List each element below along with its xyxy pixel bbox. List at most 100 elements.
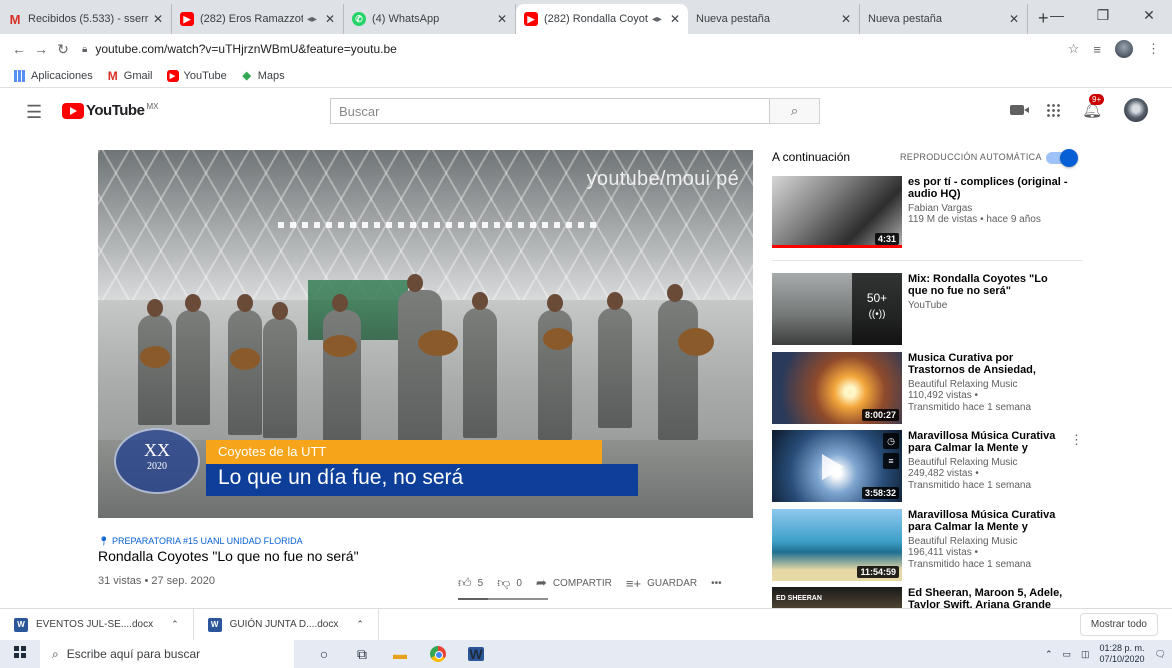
close-tab-icon[interactable]: ✕ <box>325 12 335 26</box>
search-button[interactable]: ⌕ <box>770 98 820 124</box>
taskbar-search[interactable]: ⌕ Escribe aquí para buscar <box>40 640 294 668</box>
location-text[interactable]: PREPARATORIA #15 UANL UNIDAD FLORIDA <box>112 536 303 546</box>
add-to-queue-icon[interactable]: ≡ <box>883 453 899 469</box>
task-view-icon[interactable]: ⧉ <box>354 646 370 663</box>
recommendation-item[interactable]: 8:00:27 Musica Curativa por Trastornos d… <box>772 352 1092 424</box>
recommendation-title[interactable]: Ed Sheeran, Maroon 5, Adele, Taylor Swif… <box>908 587 1068 608</box>
search-input[interactable]: Buscar <box>330 98 770 124</box>
show-all-downloads-button[interactable]: Mostrar todo <box>1079 613 1158 636</box>
create-video-icon[interactable] <box>1010 105 1029 115</box>
recommendation-title[interactable]: Maravillosa Música Curativa para Calmar … <box>908 430 1068 454</box>
recommendation-item[interactable]: ◷ ≡ 3:58:32 Maravillosa Música Curativa … <box>772 430 1092 502</box>
browser-tab-whatsapp[interactable]: ✆ (4) WhatsApp ✕ <box>344 4 516 34</box>
channel-name[interactable]: Beautiful Relaxing Music <box>908 536 1068 547</box>
url-text[interactable]: youtube.com/watch?v=uTHjrznWBmU&feature=… <box>95 42 396 56</box>
save-button[interactable]: ≡+ GUARDAR <box>626 576 697 591</box>
hamburger-menu-icon[interactable]: ☰ <box>26 102 42 123</box>
youtube-logo[interactable]: YouTube MX <box>62 102 158 119</box>
lock-icon[interactable]: 🔒︎ <box>82 44 87 55</box>
autoplay-toggle[interactable] <box>1046 149 1078 167</box>
recommendation-item[interactable]: 50+ ((•)) Mix: Rondalla Coyotes "Lo que … <box>772 273 1092 345</box>
close-tab-icon[interactable]: ✕ <box>497 12 507 26</box>
back-arrow-icon[interactable]: ← <box>8 41 30 57</box>
video-thumbnail[interactable]: 11:54:59 <box>772 509 902 581</box>
close-tab-icon[interactable]: ✕ <box>153 12 163 26</box>
bookmark-apps[interactable]: Aplicaciones <box>14 69 93 82</box>
bookmark-youtube[interactable]: ▶ YouTube <box>166 69 227 82</box>
dislike-button[interactable]: 👎︎ 0 <box>497 575 522 591</box>
close-tab-icon[interactable]: ✕ <box>670 12 680 26</box>
avatar[interactable] <box>1124 98 1149 122</box>
reload-icon[interactable]: ↻ <box>52 41 74 58</box>
network-icon[interactable]: ◫ <box>1081 649 1090 660</box>
profile-avatar[interactable] <box>1115 40 1133 58</box>
like-button[interactable]: 👍︎ 5 <box>458 575 483 591</box>
browser-tab-eros[interactable]: ▶ (282) Eros Ramazzotti, Al ◂▸ ✕ <box>172 4 344 34</box>
youtube-masthead: ☰ YouTube MX Buscar ⌕ 🔔︎ 9+ <box>0 88 1172 136</box>
taskbar-clock[interactable]: 01:28 p. m. 07/10/2020 <box>1100 643 1145 665</box>
cortana-circle-icon[interactable]: ○ <box>316 646 332 662</box>
file-explorer-icon[interactable]: ▬ <box>392 646 408 662</box>
video-thumbnail[interactable]: ◷ ≡ 3:58:32 <box>772 430 902 502</box>
forward-arrow-icon[interactable]: → <box>30 41 52 57</box>
tray-chevron-up-icon[interactable]: ⌃ <box>1045 649 1053 660</box>
bookmark-star-icon[interactable]: ☆ <box>1068 41 1080 57</box>
speaker-icon[interactable]: ◂▸ <box>307 14 317 25</box>
more-options-icon[interactable]: ⋮ <box>1070 432 1083 448</box>
browser-tab-new-2[interactable]: Nueva pestaña ✕ <box>860 4 1028 34</box>
chevron-up-icon[interactable]: ⌃ <box>356 619 364 630</box>
bookmark-maps[interactable]: ◆ Maps <box>241 70 285 83</box>
download-item[interactable]: W GUIÓN JUNTA D....docx ⌃ <box>194 608 379 641</box>
bookmark-gmail[interactable]: M Gmail <box>107 69 153 83</box>
video-player[interactable]: youtube/moui pé XX 2020 Coyotes de la UT… <box>98 150 753 518</box>
start-button[interactable] <box>0 645 40 663</box>
clock-date: 07/10/2020 <box>1099 654 1145 664</box>
video-thumbnail[interactable]: 4:31 <box>772 176 902 248</box>
recommendation-item[interactable]: ED SHEERAN Ed Sheeran, Maroon 5, Adele, … <box>772 587 1092 608</box>
recommendation-title[interactable]: Mix: Rondalla Coyotes "Lo que no fue no … <box>908 273 1068 297</box>
video-lower-third: XX 2020 Coyotes de la UTT Lo que un día … <box>114 422 714 502</box>
restore-icon[interactable]: ❐ <box>1080 0 1126 30</box>
browser-menu-icon[interactable]: ⋮ <box>1147 41 1160 57</box>
browser-tab-rondalla[interactable]: ▶ (282) Rondalla Coyotes ◂▸ ✕ <box>516 4 688 34</box>
toggle-knob[interactable] <box>1060 149 1078 167</box>
channel-name[interactable]: Beautiful Relaxing Music <box>908 457 1068 468</box>
recommendation-item[interactable]: 4:31 es por tí - complices (original - a… <box>772 176 1092 248</box>
chrome-icon[interactable] <box>430 646 446 662</box>
more-actions-button[interactable]: ••• <box>711 578 722 589</box>
notifications-icon[interactable]: 🗨︎ <box>1155 649 1166 660</box>
chevron-up-icon[interactable]: ⌃ <box>171 619 179 630</box>
sidebar-divider <box>772 260 1082 261</box>
watched-progress-bar <box>772 245 902 248</box>
battery-icon[interactable]: ▭ <box>1062 649 1071 660</box>
address-bar[interactable]: 🔒︎ youtube.com/watch?v=uTHjrznWBmU&featu… <box>82 37 1068 61</box>
recommendation-title[interactable]: Musica Curativa por Trastornos de Ansied… <box>908 352 1068 376</box>
share-button[interactable]: ➦ COMPARTIR <box>536 575 612 591</box>
download-item[interactable]: W EVENTOS JUL-SE....docx ⌃ <box>0 608 194 641</box>
channel-name[interactable]: Beautiful Relaxing Music <box>908 379 1068 390</box>
word-app-icon[interactable]: W <box>468 647 484 661</box>
speaker-icon[interactable]: ◂▸ <box>652 14 662 25</box>
video-thumbnail[interactable]: 8:00:27 <box>772 352 902 424</box>
video-thumbnail[interactable]: ED SHEERAN <box>772 587 902 608</box>
media-queue-icon[interactable]: ≡ <box>1093 42 1101 57</box>
watch-later-clock-icon[interactable]: ◷ <box>883 433 899 449</box>
video-meta: 249,482 vistas • <box>908 468 979 479</box>
channel-name[interactable]: YouTube <box>908 300 1068 311</box>
recommendation-title[interactable]: es por tí - complices (original - audio … <box>908 176 1068 200</box>
notifications-bell-icon[interactable]: 🔔︎ 9+ <box>1082 94 1105 120</box>
close-window-icon[interactable]: ✕ <box>1126 0 1172 30</box>
recommendation-item[interactable]: 11:54:59 Maravillosa Música Curativa par… <box>772 509 1092 581</box>
save-label: GUARDAR <box>647 577 698 589</box>
recommendation-title[interactable]: Maravillosa Música Curativa para Calmar … <box>908 509 1068 533</box>
video-thumbnail[interactable]: 50+ ((•)) <box>772 273 902 345</box>
channel-name[interactable]: Fabian Vargas <box>908 203 1068 214</box>
minimize-icon[interactable]: — <box>1034 0 1080 30</box>
close-tab-icon[interactable]: ✕ <box>1009 12 1019 26</box>
browser-tab-gmail[interactable]: M Recibidos (5.533) - sserrano ✕ <box>0 4 172 34</box>
notification-badge: 9+ <box>1089 94 1105 105</box>
browser-tab-new-1[interactable]: Nueva pestaña ✕ <box>688 4 860 34</box>
video-location-link[interactable]: 📍︎ PREPARATORIA #15 UANL UNIDAD FLORIDA <box>98 536 303 547</box>
close-tab-icon[interactable]: ✕ <box>841 12 851 26</box>
apps-grid-icon[interactable] <box>1046 103 1060 117</box>
